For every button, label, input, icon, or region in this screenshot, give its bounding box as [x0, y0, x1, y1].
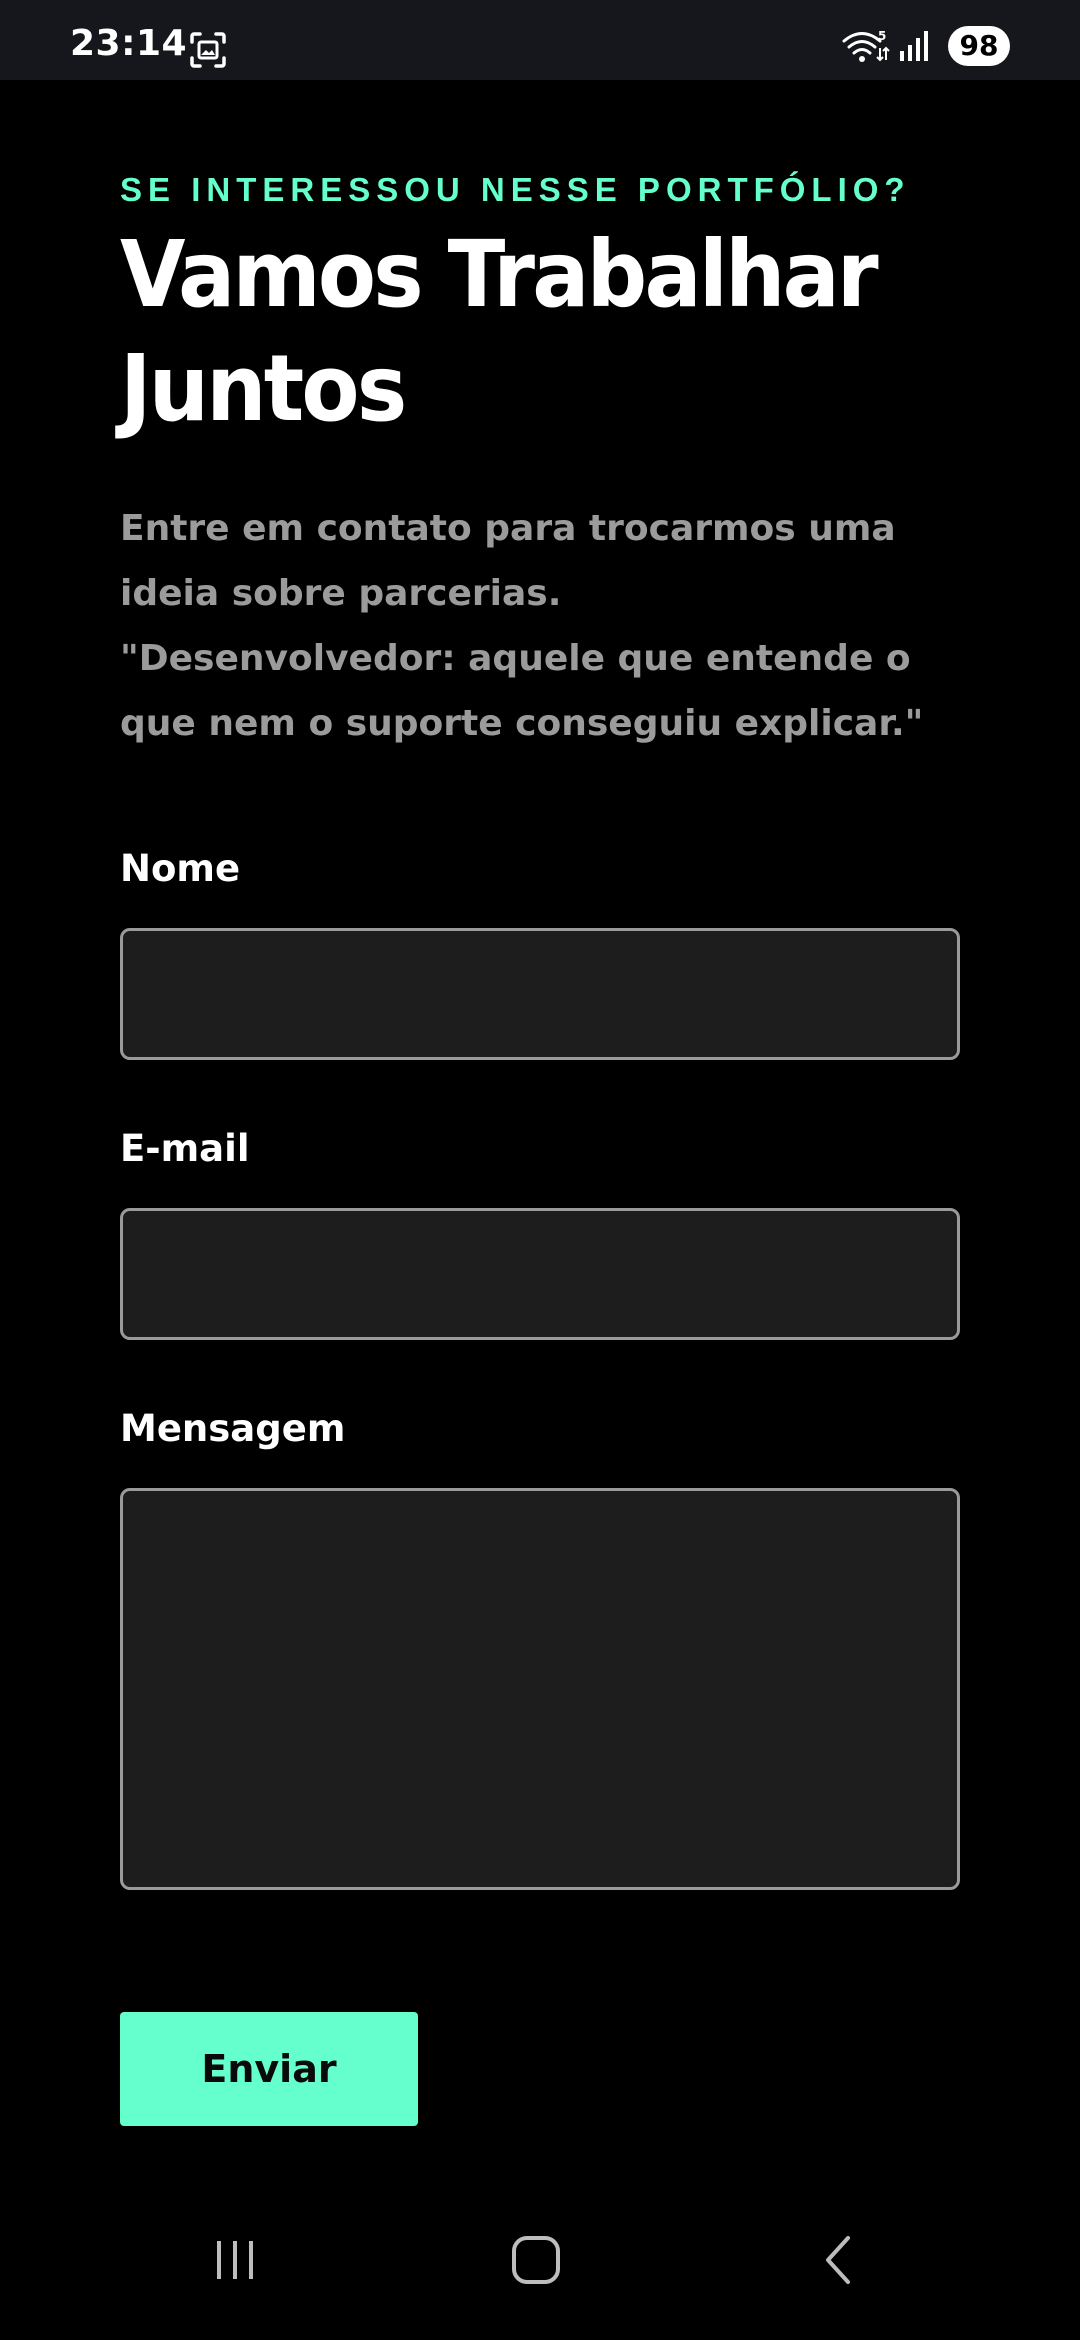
- message-textarea[interactable]: [120, 1488, 960, 1890]
- screen: 23:14 5 98 SE INTERESSOU NESSE PORTFÓLIO…: [0, 0, 1080, 2340]
- intro-paragraph: Entre em contato para trocarmos uma idei…: [120, 508, 896, 614]
- signal-icon: [898, 29, 932, 63]
- name-label: Nome: [120, 847, 241, 890]
- status-time: 23:14: [70, 23, 188, 64]
- section-eyebrow: SE INTERESSOU NESSE PORTFÓLIO?: [120, 171, 911, 208]
- status-icons: 5 98: [842, 26, 1010, 66]
- field-spacer: [120, 1340, 960, 1404]
- intro-quote: "Desenvolvedor: aquele que entende o que…: [120, 638, 924, 744]
- recent-apps-icon: [217, 2241, 253, 2279]
- home-button[interactable]: [496, 2220, 576, 2300]
- page-title: Vamos Trabalhar Juntos: [120, 218, 966, 446]
- contact-section: SE INTERESSOU NESSE PORTFÓLIO? Vamos Tra…: [120, 80, 960, 2126]
- battery-badge: 98: [948, 26, 1010, 66]
- screenshot-icon: [188, 30, 228, 70]
- page-title-line-1: Vamos Trabalhar: [120, 221, 879, 328]
- home-icon: [512, 2236, 560, 2284]
- page-title-line-2: Juntos: [120, 335, 407, 442]
- wifi-icon: 5: [842, 28, 890, 64]
- back-button[interactable]: [800, 2220, 880, 2300]
- email-label: E-mail: [120, 1127, 250, 1170]
- back-icon: [826, 2236, 850, 2284]
- svg-text:5: 5: [878, 29, 886, 43]
- recent-apps-button[interactable]: [195, 2220, 275, 2300]
- contact-form: Nome E-mail Mensagem Enviar: [120, 844, 960, 2126]
- message-label: Mensagem: [120, 1407, 346, 1450]
- status-bar: 23:14 5 98: [0, 0, 1080, 80]
- email-input[interactable]: [120, 1208, 960, 1340]
- navigation-bar: [0, 2180, 1080, 2340]
- name-input[interactable]: [120, 928, 960, 1060]
- submit-button[interactable]: Enviar: [120, 2012, 418, 2126]
- intro-text: Entre em contato para trocarmos uma idei…: [120, 496, 960, 756]
- field-spacer: [120, 1060, 960, 1124]
